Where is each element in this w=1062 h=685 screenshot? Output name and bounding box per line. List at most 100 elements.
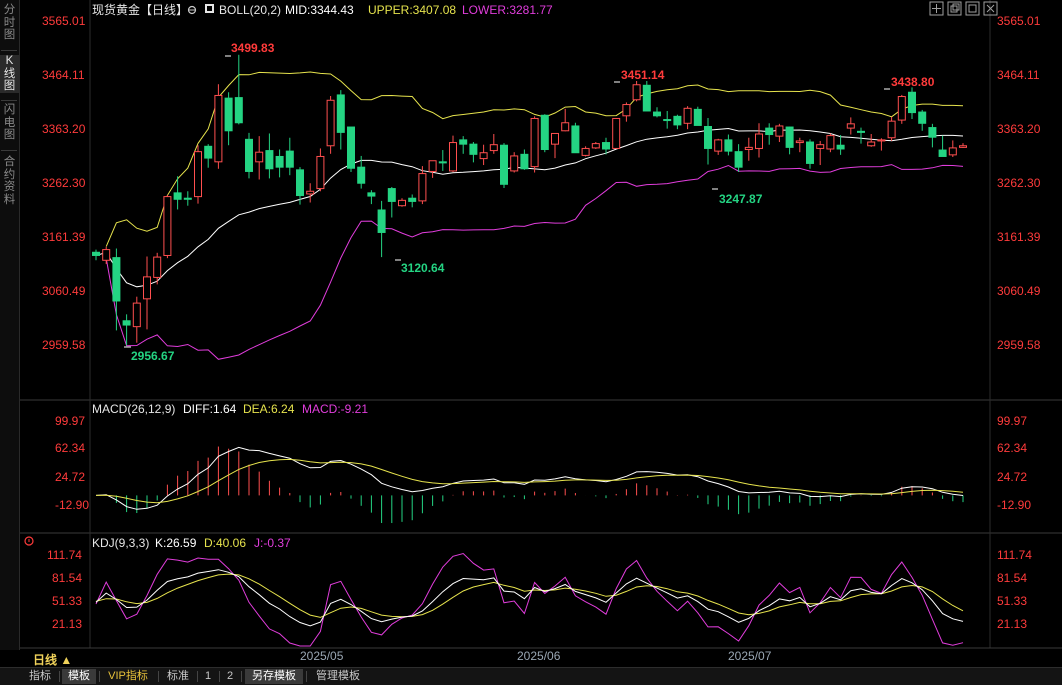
candle-down xyxy=(765,127,774,136)
toolbar-divider xyxy=(241,671,242,682)
macd-indicator-name: MACD(26,12,9) xyxy=(92,402,175,416)
sidebar: 分时图 K线图 闪电图 合约资料 xyxy=(0,0,20,650)
kdj-y-tick: 111.74 xyxy=(47,548,82,562)
kdj-y-tick: 51.33 xyxy=(52,594,82,608)
tab-standard[interactable]: 标准 xyxy=(162,669,194,684)
bottom-toolbar: 指标 模板 VIP指标 标准 1 2 另存模板 管理模板 xyxy=(0,667,1062,685)
boll-mid-value: MID:3344.43 xyxy=(285,3,354,17)
candle-up xyxy=(581,147,590,156)
kdj-y-tick: 111.74 xyxy=(997,548,1032,562)
candle-up xyxy=(714,139,723,152)
alarm-icon[interactable] xyxy=(24,536,34,546)
toolbar-divider xyxy=(306,671,307,682)
candle-up xyxy=(887,120,896,139)
candle-down xyxy=(112,257,121,302)
tab-intraday-chart[interactable]: 分时图 xyxy=(0,4,19,42)
macd-value: MACD:-9.21 xyxy=(302,402,368,416)
candle-down xyxy=(663,119,672,122)
period-selector[interactable]: 日线 ▲ xyxy=(33,651,72,668)
y-tick-left: 3565.01 xyxy=(42,14,86,28)
candle-down xyxy=(296,169,304,197)
macd-y-tick: 99.97 xyxy=(55,414,85,428)
candle-up xyxy=(398,199,406,207)
candle-down xyxy=(469,143,478,155)
candle-down xyxy=(520,153,529,170)
crosshair-icon[interactable] xyxy=(929,1,944,16)
candle-down xyxy=(224,97,233,132)
candle-up xyxy=(683,107,692,124)
indicator-icon[interactable] xyxy=(205,4,214,13)
candle-down xyxy=(173,192,182,200)
y-tick-left: 3464.11 xyxy=(42,68,85,82)
settings-gear-icon[interactable] xyxy=(187,5,197,15)
boll-lower-value: LOWER:3281.77 xyxy=(462,3,553,17)
date-label: 2025/06 xyxy=(517,649,561,663)
chart-area[interactable]: 现货黄金【日线】 BOLL(20,2) MID:3344.43 UPPER:34… xyxy=(20,0,1062,667)
y-tick-left: 3262.30 xyxy=(42,176,86,190)
candle-up xyxy=(418,173,427,202)
candle-down xyxy=(265,150,274,170)
candle-up xyxy=(591,143,600,149)
candle-down xyxy=(204,145,213,159)
candle-down xyxy=(734,151,743,168)
tab-template-1[interactable]: 1 xyxy=(200,669,216,684)
tab-kline-chart[interactable]: K线图 xyxy=(0,55,19,93)
kdj-y-tick: 51.33 xyxy=(997,594,1027,608)
maximize-icon[interactable] xyxy=(965,1,980,16)
sidebar-divider xyxy=(1,150,17,151)
kdj-j-line xyxy=(95,552,964,647)
candle-down xyxy=(500,144,508,185)
tab-template-2[interactable]: 2 xyxy=(222,669,238,684)
candle-up xyxy=(132,302,141,328)
kdj-y-tick: 21.13 xyxy=(997,617,1027,631)
candle-up xyxy=(561,122,570,132)
candle-down xyxy=(357,166,366,184)
candle-down xyxy=(285,150,294,168)
candle-up xyxy=(428,160,437,172)
candle-down xyxy=(275,155,284,168)
macd-y-tick: 99.97 xyxy=(997,414,1027,428)
y-tick-left: 3161.39 xyxy=(42,230,86,244)
candle-up xyxy=(102,249,111,261)
macd-y-tick: 24.72 xyxy=(55,470,85,484)
tab-flash-chart[interactable]: 闪电图 xyxy=(0,104,19,142)
candle-up xyxy=(744,146,753,151)
boll-mid-line xyxy=(95,127,964,288)
candle-up xyxy=(551,132,559,145)
candle-down xyxy=(183,197,192,200)
candle-down xyxy=(347,126,355,169)
macd-dea-value: DEA:6.24 xyxy=(243,402,295,416)
kdj-k-value: K:26.59 xyxy=(155,536,197,550)
candle-down xyxy=(571,125,580,154)
candle-up xyxy=(326,99,335,147)
candle-down xyxy=(938,149,947,157)
sidebar-divider xyxy=(1,100,17,101)
annotation-low: 2956.67 xyxy=(131,349,175,363)
boll-indicator-name: BOLL(20,2) xyxy=(219,3,281,17)
tab-templates[interactable]: 模板 xyxy=(62,669,96,684)
macd-y-tick: -12.90 xyxy=(997,498,1031,512)
candle-up xyxy=(143,276,151,300)
boll-lower-line xyxy=(105,164,964,360)
annotation-high: 3499.83 xyxy=(231,41,275,55)
candle-down xyxy=(438,161,447,164)
candle-up xyxy=(755,133,763,149)
restore-icon[interactable] xyxy=(947,1,962,16)
toolbar-divider xyxy=(158,671,159,682)
candle-up xyxy=(214,94,223,163)
candle-down xyxy=(602,142,610,150)
candle-down xyxy=(122,320,131,326)
manage-templates-button[interactable]: 管理模板 xyxy=(309,669,367,684)
macd-axis: 99.97 62.34 24.72 -12.90 99.97 62.34 24.… xyxy=(55,414,1031,512)
candle-up xyxy=(959,145,967,148)
tab-contract-info[interactable]: 合约资料 xyxy=(0,156,19,206)
tab-vip-indicators[interactable]: VIP指标 xyxy=(103,669,153,684)
candle-down xyxy=(540,114,549,151)
tab-indicators[interactable]: 指标 xyxy=(24,669,56,684)
save-template-button[interactable]: 另存模板 xyxy=(245,669,303,684)
macd-diff-line xyxy=(95,446,964,510)
candle-up xyxy=(316,155,325,190)
candle-up xyxy=(306,190,315,195)
toolbar-divider xyxy=(197,671,198,682)
candle-up xyxy=(867,141,876,147)
